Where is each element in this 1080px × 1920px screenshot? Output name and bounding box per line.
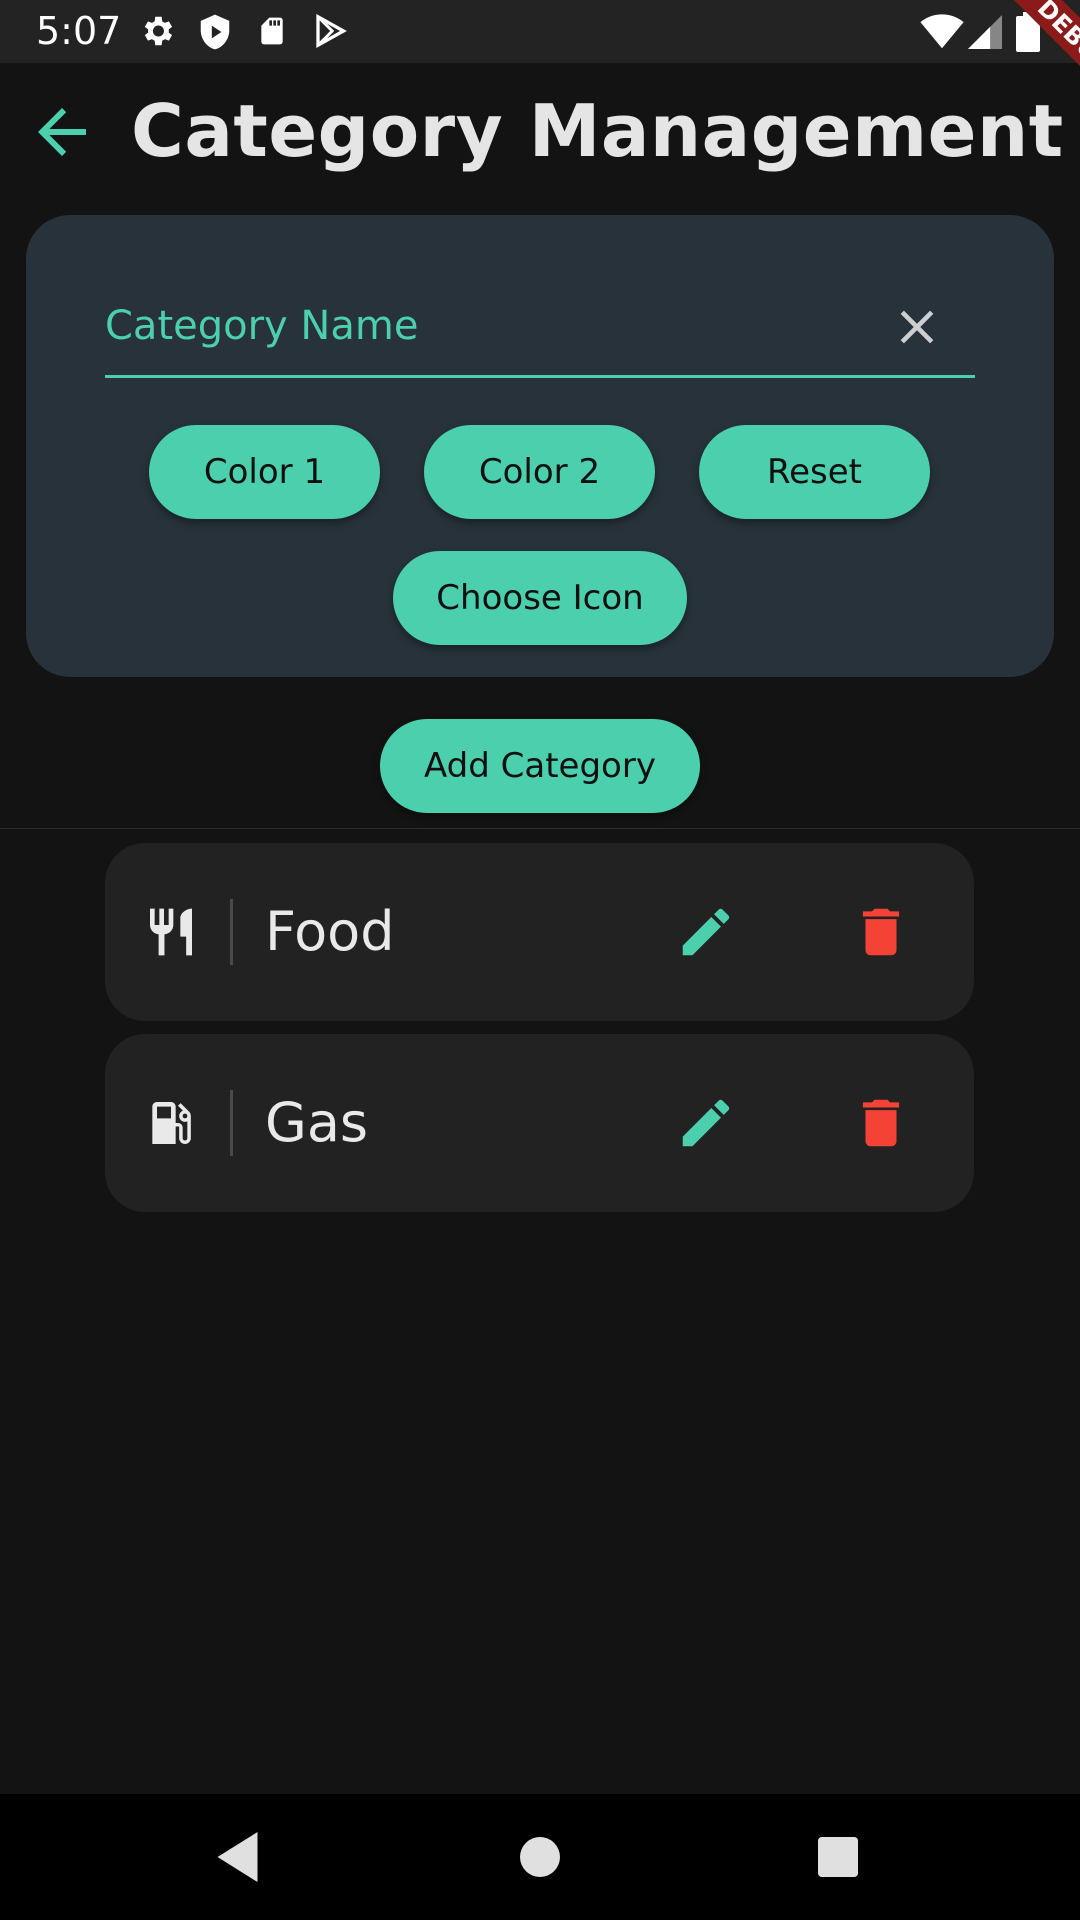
edit-button[interactable] xyxy=(675,901,737,963)
category-row-gas[interactable]: Gas xyxy=(105,1034,974,1212)
delete-button[interactable] xyxy=(850,1092,912,1154)
arrow-back-icon xyxy=(38,108,86,156)
category-row-food[interactable]: Food xyxy=(105,843,974,1021)
status-bar: 5:07 xyxy=(0,0,1080,63)
back-triangle-icon[interactable] xyxy=(210,1827,270,1887)
wifi-icon xyxy=(920,14,964,49)
list-divider xyxy=(0,828,1080,829)
sd-card-icon xyxy=(261,17,283,45)
status-time: 5:07 xyxy=(36,9,122,53)
category-name: Gas xyxy=(265,1091,369,1154)
reset-button[interactable]: Reset xyxy=(699,425,930,519)
app-bar: Category Management xyxy=(0,63,1080,193)
home-circle-icon[interactable] xyxy=(510,1827,570,1887)
category-name-input[interactable]: Category Name xyxy=(105,271,975,378)
close-icon xyxy=(900,310,934,344)
category-name-placeholder: Category Name xyxy=(105,303,419,349)
shield-icon xyxy=(200,14,230,50)
pencil-icon xyxy=(682,1099,730,1147)
recents-square-icon[interactable] xyxy=(808,1827,868,1887)
clear-button[interactable] xyxy=(889,299,945,355)
navigation-bar xyxy=(0,1794,1080,1920)
row-separator xyxy=(230,899,233,965)
row-separator xyxy=(230,1090,233,1156)
color1-button[interactable]: Color 1 xyxy=(149,425,380,519)
edit-button[interactable] xyxy=(675,1092,737,1154)
page-title: Category Management xyxy=(131,89,1064,173)
restaurant-icon xyxy=(150,908,192,956)
delete-button[interactable] xyxy=(850,901,912,963)
pencil-icon xyxy=(682,908,730,956)
category-form-card: Category Name Color 1 Color 2 Reset Choo… xyxy=(26,215,1054,677)
screen: 5:07 DEBUG Category Management Category … xyxy=(0,0,1080,1920)
settings-icon xyxy=(144,16,173,46)
choose-icon-button[interactable]: Choose Icon xyxy=(393,551,687,645)
trash-icon xyxy=(862,908,900,956)
gas-station-icon xyxy=(152,1102,191,1144)
add-category-button[interactable]: Add Category xyxy=(380,719,700,813)
play-store-icon xyxy=(316,13,347,49)
trash-icon xyxy=(862,1099,900,1147)
back-button[interactable] xyxy=(26,96,98,168)
category-name: Food xyxy=(265,900,395,963)
color2-button[interactable]: Color 2 xyxy=(424,425,655,519)
